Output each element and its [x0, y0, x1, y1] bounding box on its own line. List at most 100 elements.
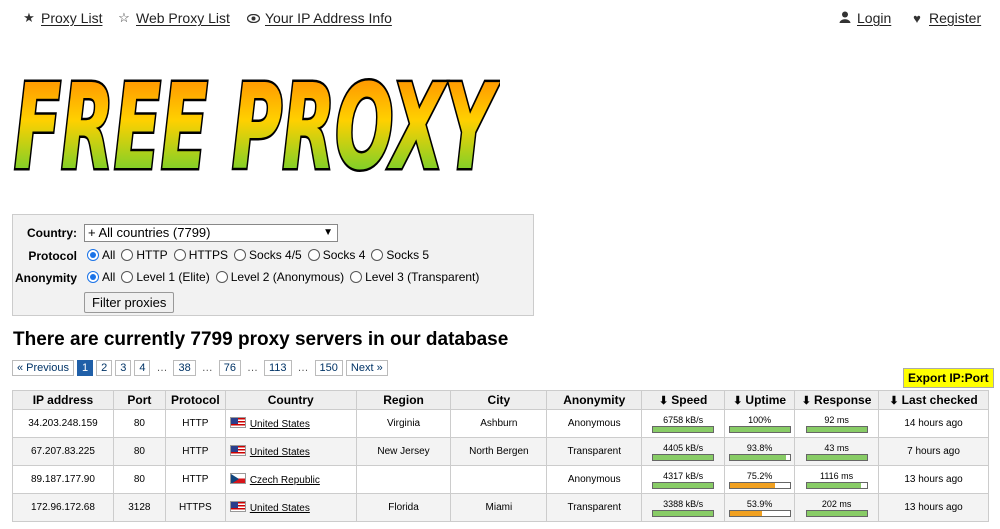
- response-indicator: 92 ms: [795, 415, 878, 433]
- nav-proxy-list[interactable]: ★ Proxy List: [22, 10, 102, 26]
- column-header[interactable]: ⬇ Last checked: [878, 390, 989, 410]
- heart-icon: ♥: [913, 10, 921, 26]
- uptime-bar-fill: [729, 482, 775, 488]
- arrow-down-icon: ⬇: [659, 395, 672, 407]
- uptime-cell: 53.9%: [724, 493, 796, 522]
- anonymity-cell: Anonymous: [546, 465, 643, 494]
- column-header-label: Response: [814, 393, 872, 407]
- pagination-page[interactable]: 4: [134, 360, 151, 376]
- nav-login[interactable]: Login: [838, 10, 891, 26]
- nav-ip-info[interactable]: Your IP Address Info: [246, 10, 392, 26]
- response-bar-fill: [806, 426, 867, 432]
- uptime-cell: 100%: [724, 409, 796, 438]
- response-cell: 92 ms: [794, 409, 880, 438]
- country-select[interactable]: + All countries (7799) ▼: [84, 224, 338, 242]
- speed-bar: [652, 453, 715, 461]
- ip-cell: 172.96.172.68: [12, 493, 114, 522]
- country-link[interactable]: United States: [250, 419, 310, 430]
- top-nav: ★ Proxy List ☆ Web Proxy List Your IP Ad…: [0, 10, 1000, 30]
- anonymity-value: Anonymous: [567, 418, 621, 429]
- speed-bar: [652, 425, 715, 433]
- response-bar-fill: [806, 482, 861, 488]
- uptime-bar: [728, 509, 791, 517]
- protocol-option[interactable]: Socks 5: [371, 248, 429, 262]
- protocol-value: HTTP: [182, 474, 209, 485]
- column-header[interactable]: ⬇ Speed: [641, 390, 726, 410]
- radio-button[interactable]: [371, 249, 384, 261]
- city-value: Miami: [485, 502, 513, 513]
- pagination-page[interactable]: 3: [115, 360, 132, 376]
- column-header-label: Last checked: [901, 393, 978, 407]
- city-value: North Bergen: [469, 446, 529, 457]
- radio-button[interactable]: [87, 249, 99, 261]
- pagination-previous[interactable]: « Previous: [12, 360, 74, 376]
- table-row: 172.96.172.68 3128 HTTPS United States Flori…: [12, 493, 989, 522]
- protocol-option[interactable]: HTTP: [121, 248, 168, 262]
- ip-address: 67.207.83.225: [30, 446, 95, 457]
- port-cell: 3128: [112, 493, 166, 522]
- nav-register[interactable]: ♥ Register: [910, 10, 981, 26]
- protocol-option[interactable]: Socks 4/5: [234, 248, 302, 262]
- speed-cell: 4405 kB/s: [641, 437, 726, 466]
- speed-bar-fill: [653, 426, 714, 432]
- free-proxy-logo: FREE PROXY: [12, 56, 501, 191]
- response-bar-fill: [806, 454, 867, 460]
- last-checked-value: 13 hours ago: [904, 474, 963, 485]
- last-checked-cell: 13 hours ago: [878, 493, 989, 522]
- radio-button[interactable]: [350, 271, 363, 283]
- country-link[interactable]: United States: [250, 503, 310, 514]
- anonymity-cell: Transparent: [546, 437, 643, 466]
- column-header[interactable]: ⬇ Response: [794, 390, 880, 410]
- city-value: Ashburn: [480, 418, 518, 429]
- nav-web-proxy-list[interactable]: ☆ Web Proxy List: [117, 10, 230, 26]
- user-icon: [838, 11, 852, 26]
- radio-button[interactable]: [173, 249, 186, 261]
- column-header[interactable]: ⬇ Uptime: [724, 390, 796, 410]
- protocol-cell: HTTP: [164, 437, 226, 466]
- pagination-page[interactable]: 2: [96, 360, 113, 376]
- pagination-page[interactable]: 76: [218, 360, 241, 376]
- city-cell: North Bergen: [450, 437, 548, 466]
- pagination-next[interactable]: Next »: [345, 360, 388, 376]
- pagination-page[interactable]: 38: [173, 360, 196, 376]
- filter-proxies-button[interactable]: Filter proxies: [84, 292, 175, 313]
- radio-button[interactable]: [307, 249, 320, 261]
- pagination-ellipsis: …: [201, 362, 213, 374]
- pagination-ellipsis: …: [246, 362, 258, 374]
- radio-button[interactable]: [121, 271, 134, 283]
- nav-proxy-list-label: Proxy List: [41, 10, 103, 26]
- radio-button[interactable]: [87, 271, 99, 283]
- protocol-option[interactable]: All: [87, 248, 115, 262]
- port-value: 80: [133, 446, 145, 457]
- port-cell: 80: [112, 409, 166, 438]
- pagination-page[interactable]: 150: [314, 360, 343, 376]
- protocol-option[interactable]: HTTPS: [173, 248, 228, 262]
- table-row: 67.207.83.225 80 HTTP United States New Jers…: [12, 437, 989, 466]
- chevron-down-icon: ▼: [323, 227, 333, 238]
- anonymity-option[interactable]: Level 3 (Transparent): [350, 270, 479, 284]
- column-header: Protocol: [164, 390, 226, 410]
- anonymity-option[interactable]: Level 1 (Elite): [121, 270, 210, 284]
- country-link[interactable]: United States: [250, 447, 310, 458]
- port-cell: 80: [112, 465, 166, 494]
- pagination-page[interactable]: 113: [263, 360, 292, 376]
- protocol-cell: HTTP: [164, 465, 226, 494]
- speed-indicator: 6758 kB/s: [642, 415, 724, 433]
- anonymity-value: Transparent: [567, 502, 622, 513]
- pagination-page[interactable]: 1: [76, 360, 94, 376]
- uptime-value: 75.2%: [746, 470, 773, 481]
- country-link[interactable]: Czech Republic: [250, 475, 320, 486]
- uptime-value: 53.9%: [746, 498, 773, 509]
- port-cell: 80: [112, 437, 166, 466]
- radio-button[interactable]: [234, 249, 247, 261]
- export-ip-port-button[interactable]: Export IP:Port: [903, 368, 994, 388]
- anonymity-option[interactable]: Level 2 (Anonymous): [215, 270, 344, 284]
- protocol-option[interactable]: Socks 4: [307, 248, 365, 262]
- region-value: New Jersey: [377, 446, 430, 457]
- anonymity-option[interactable]: All: [87, 270, 115, 284]
- column-header-label: Speed: [671, 393, 708, 407]
- column-header: City: [450, 390, 548, 410]
- arrow-down-icon: ⬇: [733, 395, 746, 407]
- radio-button[interactable]: [215, 271, 228, 283]
- radio-button[interactable]: [121, 249, 134, 261]
